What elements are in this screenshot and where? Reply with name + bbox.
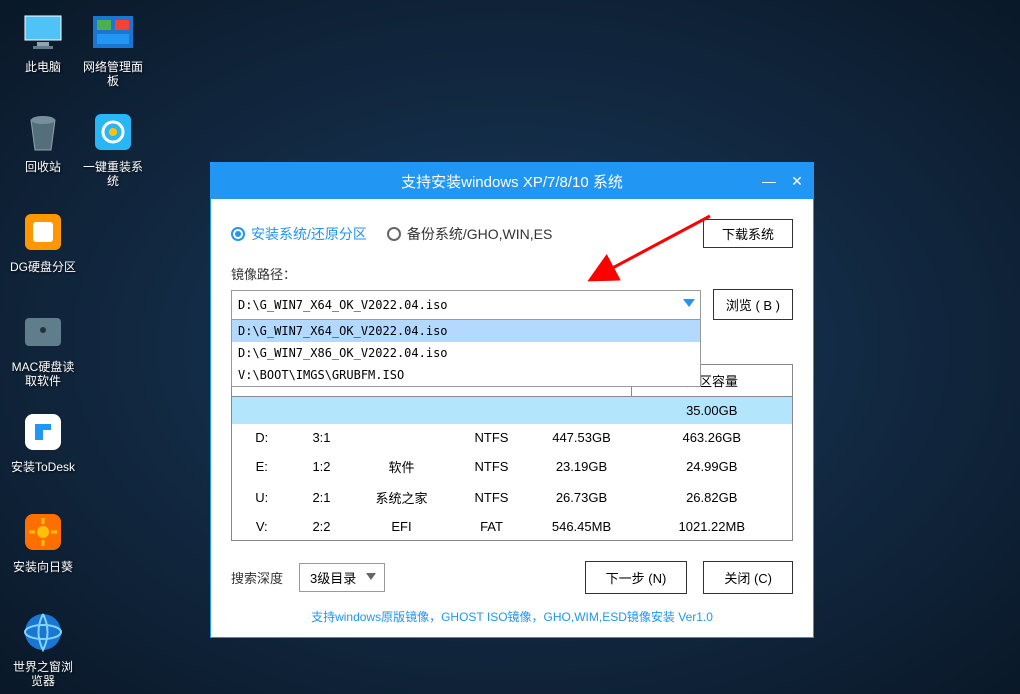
minimize-button[interactable]: — [761,173,777,189]
browse-button[interactable]: 浏览 ( B ) [713,289,793,320]
icon-label: 安装ToDesk [8,460,78,474]
footer-text: 支持windows原版镜像，GHOST ISO镜像，GHO,WIM,ESD镜像安… [231,608,793,625]
dropdown-item[interactable]: D:\G_WIN7_X64_OK_V2022.04.iso [232,320,700,342]
installer-window: 支持安装windows XP/7/8/10 系统 — ✕ 安装系统/还原分区 备… [210,162,814,638]
dropdown-list: D:\G_WIN7_X64_OK_V2022.04.iso D:\G_WIN7_… [231,320,701,387]
path-label: 镜像路径： [231,264,793,283]
table-row[interactable]: 35.00GB [232,397,793,425]
icon-label: 回收站 [8,160,78,174]
radio-backup[interactable]: 备份系统/GHO,WIN,ES [387,224,552,244]
table-row[interactable]: U:2:1系统之家NTFS26.73GB26.82GB [232,482,793,513]
titlebar: 支持安装windows XP/7/8/10 系统 — ✕ [211,163,813,199]
depth-label: 搜索深度 [231,568,283,587]
table-row[interactable]: V:2:2EFIFAT546.45MB1021.22MB [232,513,793,541]
close-button[interactable]: ✕ [789,173,805,190]
dropdown-item[interactable]: V:\BOOT\IMGS\GRUBFM.ISO [232,364,700,386]
dropdown-item[interactable]: D:\G_WIN7_X86_OK_V2022.04.iso [232,342,700,364]
image-path-combobox[interactable]: D:\G_WIN7_X64_OK_V2022.04.iso D:\G_WIN7_… [231,290,701,320]
radio-install-label: 安装系统/还原分区 [251,224,367,244]
depth-select[interactable]: 3级目录 [299,563,385,592]
table-row[interactable]: D:3:1NTFS447.53GB463.26GB [232,424,793,451]
download-system-button[interactable]: 下载系统 [703,219,793,248]
desktop-icon-dg-partition[interactable]: DG硬盘分区 [8,208,78,274]
desktop-icon-browser[interactable]: 世界之窗浏览器 [8,608,78,689]
icon-label: 世界之窗浏览器 [8,660,78,689]
desktop-icon-reinstall[interactable]: 一键重装系统 [78,108,148,189]
close-action-button[interactable]: 关闭 (C) [703,561,793,594]
drive-table: 分区容量 35.00GB D:3:1NTFS447.53GB463.26GB E… [231,364,793,541]
table-row[interactable]: E:1:2软件NTFS23.19GB24.99GB [232,451,793,482]
icon-label: 安装向日葵 [8,560,78,574]
desktop-icon-sunflower[interactable]: 安装向日葵 [8,508,78,574]
icon-label: DG硬盘分区 [8,260,78,274]
next-button[interactable]: 下一步 (N) [585,561,688,594]
icon-label: MAC硬盘读取软件 [8,360,78,389]
icon-label: 一键重装系统 [78,160,148,189]
desktop-icon-mac-hdd[interactable]: MAC硬盘读取软件 [8,308,78,389]
desktop-icon-recycle-bin[interactable]: 回收站 [8,108,78,174]
image-path-input[interactable] [231,290,701,320]
radio-backup-label: 备份系统/GHO,WIN,ES [407,224,552,244]
dropdown-arrow-icon[interactable] [683,299,695,307]
icon-label: 此电脑 [8,60,78,74]
desktop-icon-todesk[interactable]: 安装ToDesk [8,408,78,474]
radio-install[interactable]: 安装系统/还原分区 [231,224,367,244]
chevron-down-icon [366,573,376,580]
icon-label: 网络管理面板 [78,60,148,89]
desktop-icon-this-pc[interactable]: 此电脑 [8,8,78,74]
window-title: 支持安装windows XP/7/8/10 系统 [401,171,623,192]
desktop-icon-network-panel[interactable]: 网络管理面板 [78,8,148,89]
